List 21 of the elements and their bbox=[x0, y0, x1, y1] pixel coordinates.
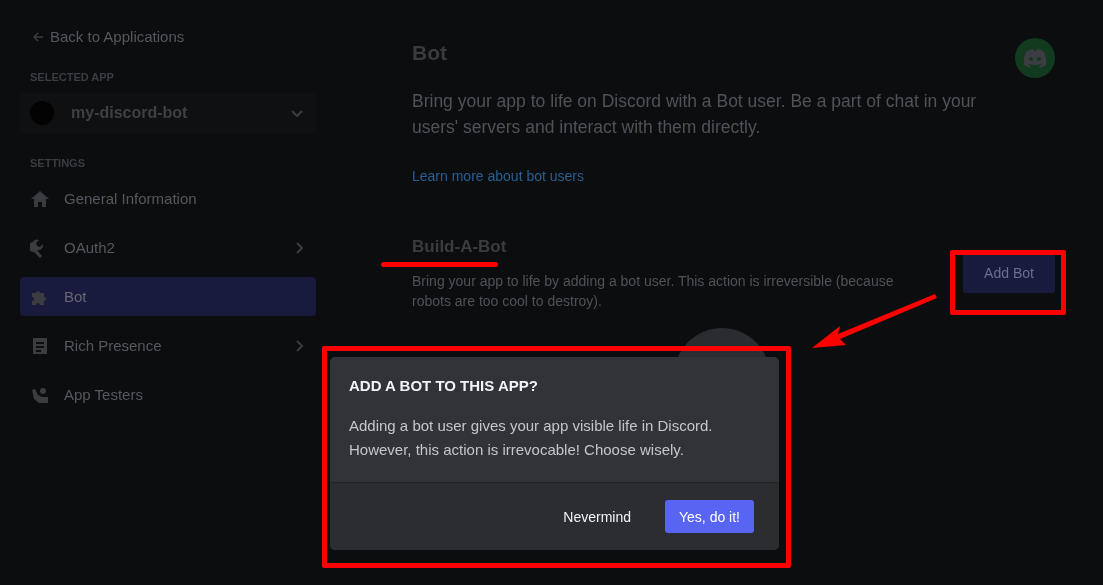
chevron-right-icon bbox=[295, 338, 304, 353]
section-description: Bring your app to life by adding a bot user. This action is irreversible (because robots are too cool to destroy). bbox=[412, 272, 895, 311]
learn-more-link[interactable]: Learn more about bot users bbox=[412, 168, 584, 184]
home-icon bbox=[30, 188, 50, 209]
chevron-right-icon bbox=[295, 240, 304, 255]
sidebar-item[interactable]: App Testers bbox=[20, 375, 316, 414]
back-arrow-icon bbox=[32, 30, 44, 43]
doc-icon bbox=[30, 335, 50, 356]
game-controller-logo-icon bbox=[1015, 38, 1055, 78]
sidebar-item[interactable]: General Information bbox=[20, 179, 316, 218]
chevron-down-icon bbox=[290, 108, 304, 118]
add-bot-button[interactable]: Add Bot bbox=[963, 252, 1055, 293]
dialog-message: Adding a bot user gives your app visible life in Discord. However, this action is irrevocable! Choose wisely. bbox=[349, 416, 714, 460]
confirm-button[interactable]: Yes, do it! bbox=[665, 500, 754, 533]
page-description: Bring your app to life on Discord with a Bot user. Be a part of chat in your users' servers and interact with them directly. bbox=[412, 90, 978, 139]
dialog-title: ADD A BOT TO THIS APP? bbox=[349, 377, 539, 394]
sidebar-item[interactable]: Bot bbox=[20, 277, 316, 316]
back-link[interactable]: Back to Applications bbox=[32, 28, 316, 45]
sidebar-item[interactable]: OAuth2 bbox=[20, 228, 316, 267]
cancel-button[interactable]: Nevermind bbox=[553, 500, 641, 533]
sidebar-item[interactable]: Rich Presence bbox=[20, 326, 316, 365]
